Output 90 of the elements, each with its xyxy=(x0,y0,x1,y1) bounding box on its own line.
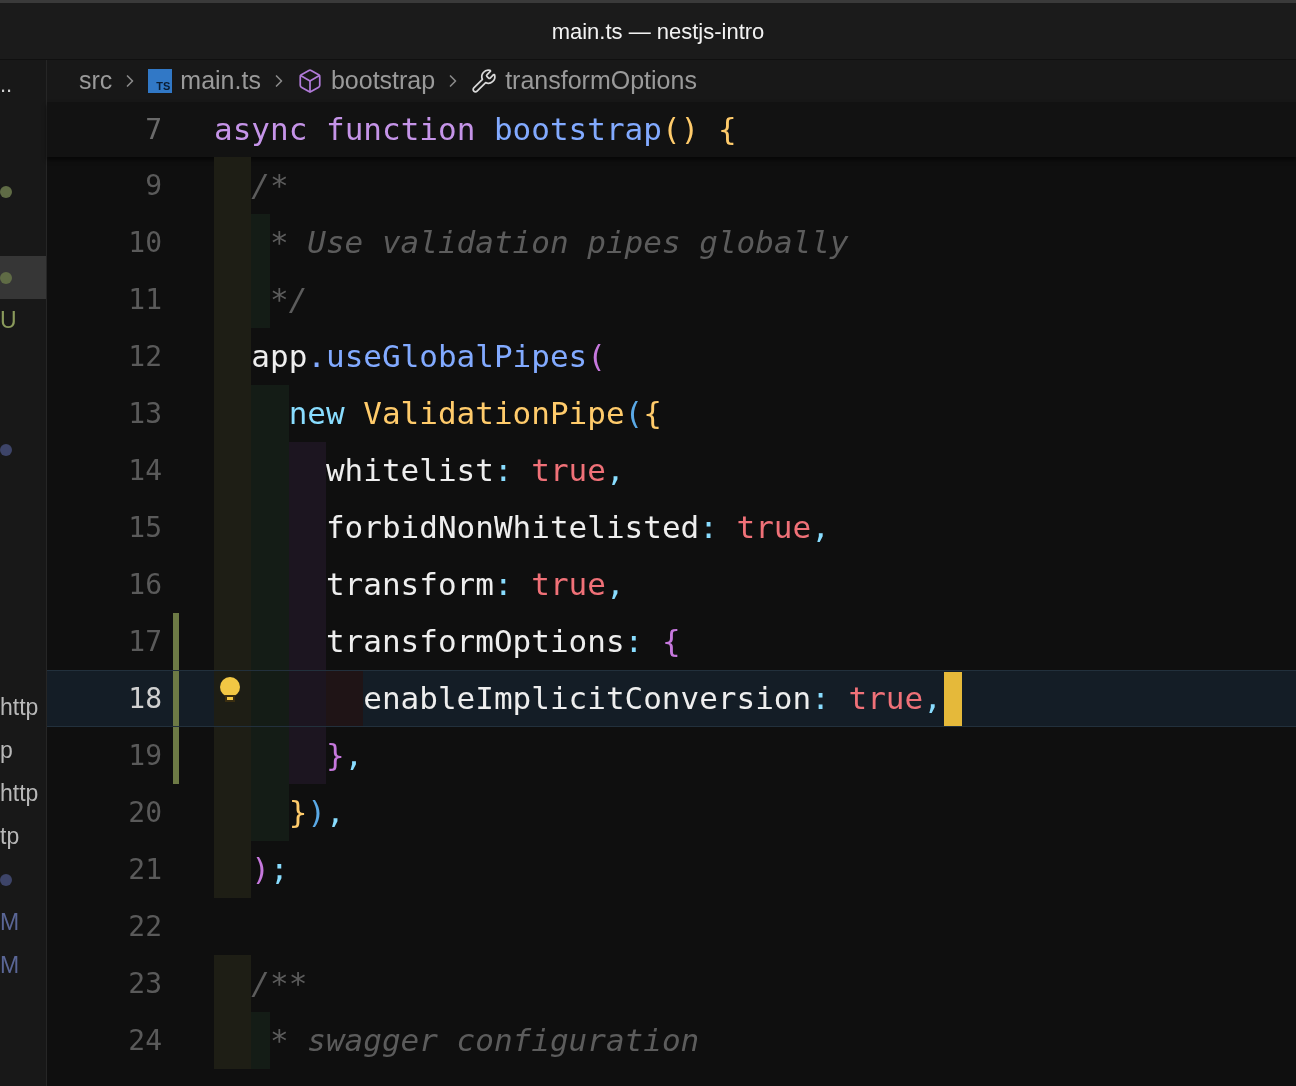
line-number: 13 xyxy=(127,395,162,432)
sidebar-row[interactable]: M xyxy=(0,901,46,944)
indent-guide xyxy=(251,727,289,784)
code-token: async xyxy=(214,110,308,150)
code-token: forbidNonWhitelisted xyxy=(325,508,700,548)
sidebar-row[interactable] xyxy=(0,256,46,299)
breadcrumb-item[interactable]: src xyxy=(79,62,113,100)
code-token: .useGlobalPipes xyxy=(307,337,588,377)
code-token: : xyxy=(624,622,644,662)
code-token: transform xyxy=(325,565,494,605)
code-token: ValidationPipe xyxy=(363,394,625,434)
cube-icon xyxy=(296,68,323,94)
code-token: { xyxy=(643,394,662,434)
code-token: function xyxy=(326,110,476,150)
code-comment: /* xyxy=(251,166,289,206)
code-token: : xyxy=(699,508,718,548)
more-label[interactable]: .. xyxy=(0,74,13,96)
line-number: 11 xyxy=(127,281,162,318)
line-number: 20 xyxy=(127,794,162,831)
code-token: : xyxy=(493,451,513,491)
code-token: ) xyxy=(307,793,326,833)
code-token: true xyxy=(531,565,606,605)
code-token: ( xyxy=(624,394,644,434)
sidebar-row[interactable]: M xyxy=(0,944,46,987)
code-token: whitelist xyxy=(325,451,494,491)
line-number: 9 xyxy=(144,167,162,204)
file-label: http xyxy=(0,693,39,723)
line-number: 23 xyxy=(127,965,162,1002)
code-token: app xyxy=(251,337,308,377)
breadcrumb-item[interactable]: transformOptions xyxy=(505,62,697,100)
code-token: enableImplicitConversion xyxy=(363,679,812,719)
line-number: 24 xyxy=(127,1022,162,1059)
code-token: , xyxy=(605,565,625,605)
code-token: { xyxy=(661,622,681,662)
line-number: 22 xyxy=(127,908,162,945)
line-number: 17 xyxy=(127,623,162,660)
code-token: true xyxy=(848,679,924,719)
sidebar-row[interactable]: http xyxy=(0,686,46,729)
code-token: , xyxy=(811,508,830,548)
sidebar-row[interactable]: tp xyxy=(0,815,46,858)
code-comment: */ xyxy=(269,280,308,320)
indent-guide xyxy=(214,613,252,670)
code-token: () { xyxy=(661,110,737,150)
code-token: : xyxy=(811,679,830,719)
code-token: , xyxy=(605,451,625,491)
indent-guide xyxy=(251,671,289,726)
file-label: tp xyxy=(0,822,20,852)
window-title: main.ts — nestjs-intro xyxy=(551,17,765,46)
code-comment: * Use validation pipes globally xyxy=(269,223,849,263)
code-token: : xyxy=(493,565,513,605)
code-comment: * swagger configuration xyxy=(269,1021,700,1061)
file-label: M xyxy=(0,951,20,981)
line-number: 18 xyxy=(127,680,162,717)
code-token: true xyxy=(736,508,812,548)
code-token: , xyxy=(325,793,345,833)
line-number: 16 xyxy=(127,566,162,603)
code-token: bootstrap xyxy=(493,110,662,150)
code-token: } xyxy=(288,793,308,833)
line-number: 14 xyxy=(127,452,162,489)
line-number: 12 xyxy=(127,338,162,375)
line-number: 19 xyxy=(127,737,162,774)
indent-guide xyxy=(251,613,289,670)
line-number: 10 xyxy=(127,224,162,261)
code-comment: /** xyxy=(251,964,308,1004)
sidebar-row[interactable]: U xyxy=(0,299,46,342)
code-token: true xyxy=(531,451,606,491)
code-token: , xyxy=(344,736,364,776)
line-number: 15 xyxy=(127,509,162,546)
breadcrumb-item[interactable]: bootstrap xyxy=(330,62,436,100)
indent-guide xyxy=(214,727,252,784)
sidebar-row[interactable]: p xyxy=(0,729,46,772)
code-token: } xyxy=(325,736,345,776)
text-cursor xyxy=(943,671,962,726)
code-token: ( xyxy=(587,337,606,377)
code-token: transformOptions xyxy=(325,622,625,662)
file-label: U xyxy=(0,306,17,336)
code-token: ) xyxy=(251,850,270,890)
code-token: new xyxy=(288,394,345,434)
breadcrumb-item[interactable]: main.ts xyxy=(180,62,261,100)
wrench-icon xyxy=(471,68,498,94)
file-label: M xyxy=(0,908,20,938)
line-number: 7 xyxy=(144,111,162,148)
code-token: , xyxy=(923,679,942,719)
code-token: ; xyxy=(270,850,289,890)
file-label: p xyxy=(0,736,13,766)
sidebar-row[interactable]: http xyxy=(0,772,46,815)
indent-guide xyxy=(325,671,364,726)
typescript-file-icon: TS xyxy=(148,69,173,93)
file-label: http xyxy=(0,779,39,809)
line-number: 21 xyxy=(127,851,162,888)
